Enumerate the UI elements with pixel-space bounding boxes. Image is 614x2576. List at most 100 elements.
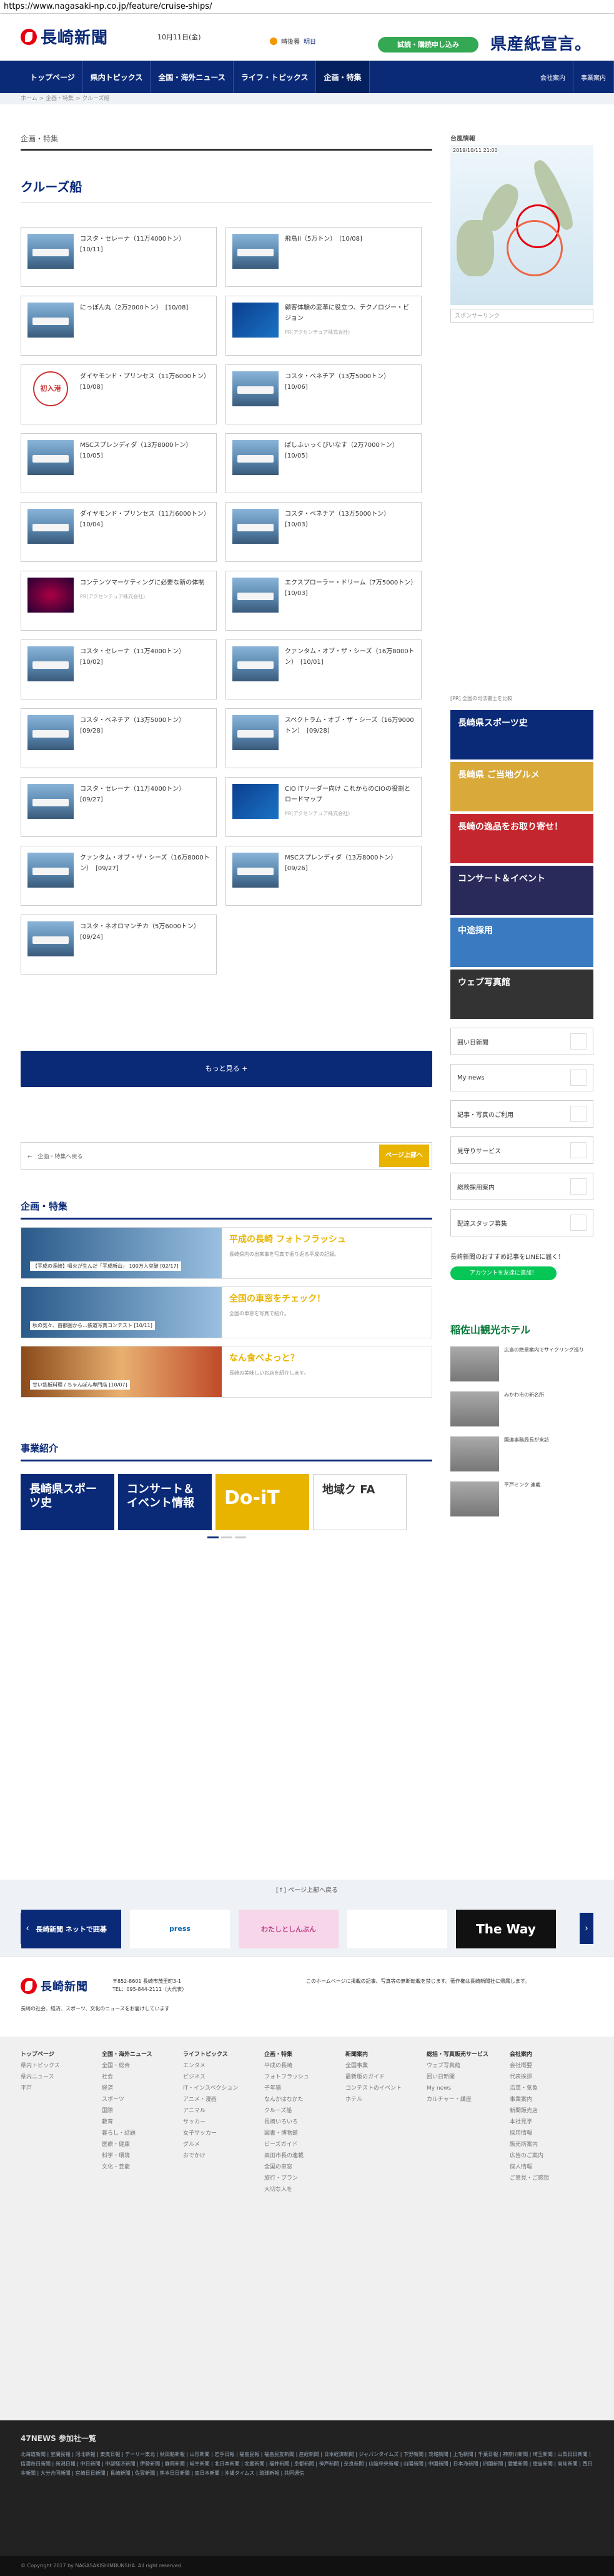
side-news[interactable]: 広島の絶景案内でサイクリング巡り [450,1346,593,1381]
article-card[interactable]: クァンタム・オブ・ザ・シーズ（16万8000トン） [10/01] [225,639,422,699]
footer-link[interactable]: 暮らし・話題 [102,2128,162,2139]
feature-item[interactable]: 【平成の長崎】噴火が生んだ「平成新山」 100万人突破 [02/17] 平成の長崎… [21,1227,432,1279]
footer-link[interactable]: 経済 [102,2083,162,2094]
article-card[interactable]: コスタ・ベネチア（13万5000トン） [10/06] [225,364,422,424]
footer-link[interactable]: 平成の長崎 [264,2060,324,2072]
side-button[interactable]: 囲い日新聞 [450,1028,593,1055]
footer-link[interactable]: My news [427,2083,488,2094]
side-button[interactable]: 総務採用案内 [450,1173,593,1200]
footer-link[interactable]: カルチャー・講座 [427,2094,488,2105]
hotel-banner[interactable]: 稲佐山観光ホテル [450,1321,593,1336]
trial-subscribe-button[interactable]: 試読・購読申し込み [378,37,478,53]
article-card[interactable]: 飛鳥II（5万トン） [10/08] [225,227,422,287]
header-banner[interactable]: 県産紙宣言。 [490,31,592,54]
footer-link[interactable]: ビーズガイド [264,2139,324,2150]
partner-banner[interactable]: press [130,1909,230,1948]
article-card[interactable]: コスタ・セレーナ（11万4000トン） [10/02] [21,639,217,699]
footer-link[interactable]: 大切な人を [264,2184,324,2195]
footer-col-title[interactable]: 会社案内 [510,2049,570,2060]
carousel-dot[interactable] [220,1536,232,1538]
footer-col-title[interactable]: 新聞案内 [345,2049,405,2060]
footer-link[interactable]: 全国・総合 [102,2060,162,2072]
footer-link[interactable]: アニマル [183,2105,243,2117]
article-card[interactable]: CIO ITリーダー向け これからのCIOの役割とロードマップ PR(アクセンチュ… [225,777,422,837]
side-button[interactable]: 配達スタッフ募集 [450,1209,593,1236]
nav-feature[interactable]: 企画・特集 [316,61,370,93]
site-links[interactable]: 北海道新聞 | 室蘭民報 | 河北新報 | 東奥日報 | デーリー東北 | 秋田… [21,2450,593,2478]
footer-link[interactable]: 代表挨拶 [510,2072,570,2083]
line-add-button[interactable]: アカウントを友達に追加！ [450,1266,557,1280]
footer-link[interactable]: 会社概要 [510,2060,570,2072]
footer-link[interactable]: 高田市長の連載 [264,2150,324,2162]
footer-col-title[interactable]: 全国・海外ニュース [102,2049,162,2060]
article-card[interactable]: コスタ・セレーナ（11万4000トン） [09/27] [21,777,217,837]
side-button[interactable]: My news [450,1064,593,1091]
carousel-dot[interactable] [207,1536,219,1538]
footer-link[interactable]: 県内トピックス [21,2060,81,2072]
article-card[interactable]: 顧客体験の変革に役立つ、テクノロジー・ビジョン PR(アクセンチュア株式会社) [225,296,422,356]
footer-link[interactable]: 採用情報 [510,2128,570,2139]
article-card[interactable]: コスタ・ベネチア（13万5000トン） [10/03] [225,502,422,562]
more-button[interactable]: もっと見る + [21,1051,432,1087]
nav-top[interactable]: トップページ [22,61,83,93]
side-banner[interactable]: 長崎の逸品をお取り寄せ！ [450,814,593,863]
footer-link[interactable]: おでかけ [183,2150,243,2162]
footer-link[interactable]: 個人情報 [510,2162,570,2173]
footer-link[interactable]: エンタメ [183,2060,243,2072]
sponsor-link[interactable]: スポンサーリンク [450,309,593,323]
article-card[interactable]: 初入港 ダイヤモンド・プリンセス（11万6000トン） [10/08] [21,364,217,424]
footer-link[interactable]: なんかはなかた [264,2094,324,2105]
footer-link[interactable]: 長崎いろいろ [264,2117,324,2128]
footer-link[interactable]: 医療・健康 [102,2139,162,2150]
footer-link[interactable]: 国際 [102,2105,162,2117]
article-card[interactable]: MSCスプレンディダ（13万8000トン） [10/05] [21,433,217,493]
partner-banner[interactable]: The Way [456,1909,556,1948]
ad-note[interactable]: [PR] 全国の司法書士を比較 [450,695,593,703]
footer-link[interactable]: 本社見学 [510,2117,570,2128]
footer-link[interactable]: ビジネス [183,2072,243,2083]
footer-link[interactable]: ウェブ写真館 [427,2060,488,2072]
article-card[interactable]: ダイヤモンド・プリンセス（11万6000トン） [10/04] [21,502,217,562]
footer-link[interactable]: 全国事業 [345,2060,405,2072]
footer-link[interactable]: 新聞販売店 [510,2105,570,2117]
side-banner[interactable]: 長崎県 ご当地グルメ [450,762,593,811]
footer-link[interactable]: 県内ニュース [21,2072,81,2083]
business-tile[interactable]: 長崎県スポーツ史 [21,1474,114,1530]
partner-banner[interactable] [347,1909,447,1948]
carousel-dot[interactable] [234,1536,246,1538]
footer-link[interactable]: サッカー [183,2117,243,2128]
nav-business[interactable]: 事業案内 [573,61,614,93]
side-banner[interactable]: 長崎県スポーツ史 [450,710,593,759]
back-link[interactable]: ← 企画・特集へ戻る [27,1152,83,1160]
footer-col-title[interactable]: ライフトピックス [183,2049,243,2060]
footer-link[interactable]: 文化・芸能 [102,2162,162,2173]
partner-banner[interactable]: 長崎新聞 ネットで囲碁 [21,1909,121,1948]
article-card[interactable]: コスタ・ネオロマンチカ（5万6000トン） [09/24] [21,915,217,975]
footer-link[interactable]: 事業案内 [510,2094,570,2105]
article-card[interactable]: MSCスプレンディダ（13万8000トン） [09/26] [225,846,422,906]
chevron-right-icon[interactable]: › [580,1913,593,1944]
footer-col-title[interactable]: 企画・特集 [264,2049,324,2060]
nav-company[interactable]: 会社案内 [533,61,573,93]
footer-link[interactable]: 科学・環境 [102,2150,162,2162]
footer-link[interactable]: コンテストのイベント [345,2083,405,2094]
page-top-button[interactable]: ページ上部へ [379,1145,429,1167]
article-card[interactable]: コンテンツマーケティングに必要な新の体制 PR(アクセンチュア株式会社) [21,571,217,631]
side-banner[interactable]: コンサート＆イベント [450,866,593,915]
footer-link[interactable]: 囲い日新聞 [427,2072,488,2083]
article-card[interactable]: コスタ・セレーナ（11万4000トン） [10/11] [21,227,217,287]
partner-banner[interactable]: わたしとしんぶん [239,1909,339,1948]
carousel-dots[interactable] [21,1536,432,1538]
page-top-link[interactable]: [↑] ページ上部へ戻る [0,1880,614,1902]
article-card[interactable]: エクスプローラー・ドリーム（7万5000トン） [10/03] [225,571,422,631]
footer-link[interactable]: IT・インスペクション [183,2083,243,2094]
footer-link[interactable]: ご意見・ご感想 [510,2173,570,2184]
article-card[interactable]: ぱしふぃっくびいなす（2万7000トン） [10/05] [225,433,422,493]
side-button[interactable]: 記事・写真のご利用 [450,1100,593,1128]
article-card[interactable]: にっぽん丸（2万2000トン） [10/08] [21,296,217,356]
business-tile[interactable]: Do-iT [215,1474,309,1530]
footer-col-title[interactable]: 総括・写真販売サービス [427,2049,488,2060]
nav-local[interactable]: 県内トピックス [83,61,151,93]
footer-logo[interactable]: 長崎新聞 [21,1978,88,1994]
article-card[interactable]: コスタ・ベネチア（13万5000トン） [09/28] [21,708,217,768]
